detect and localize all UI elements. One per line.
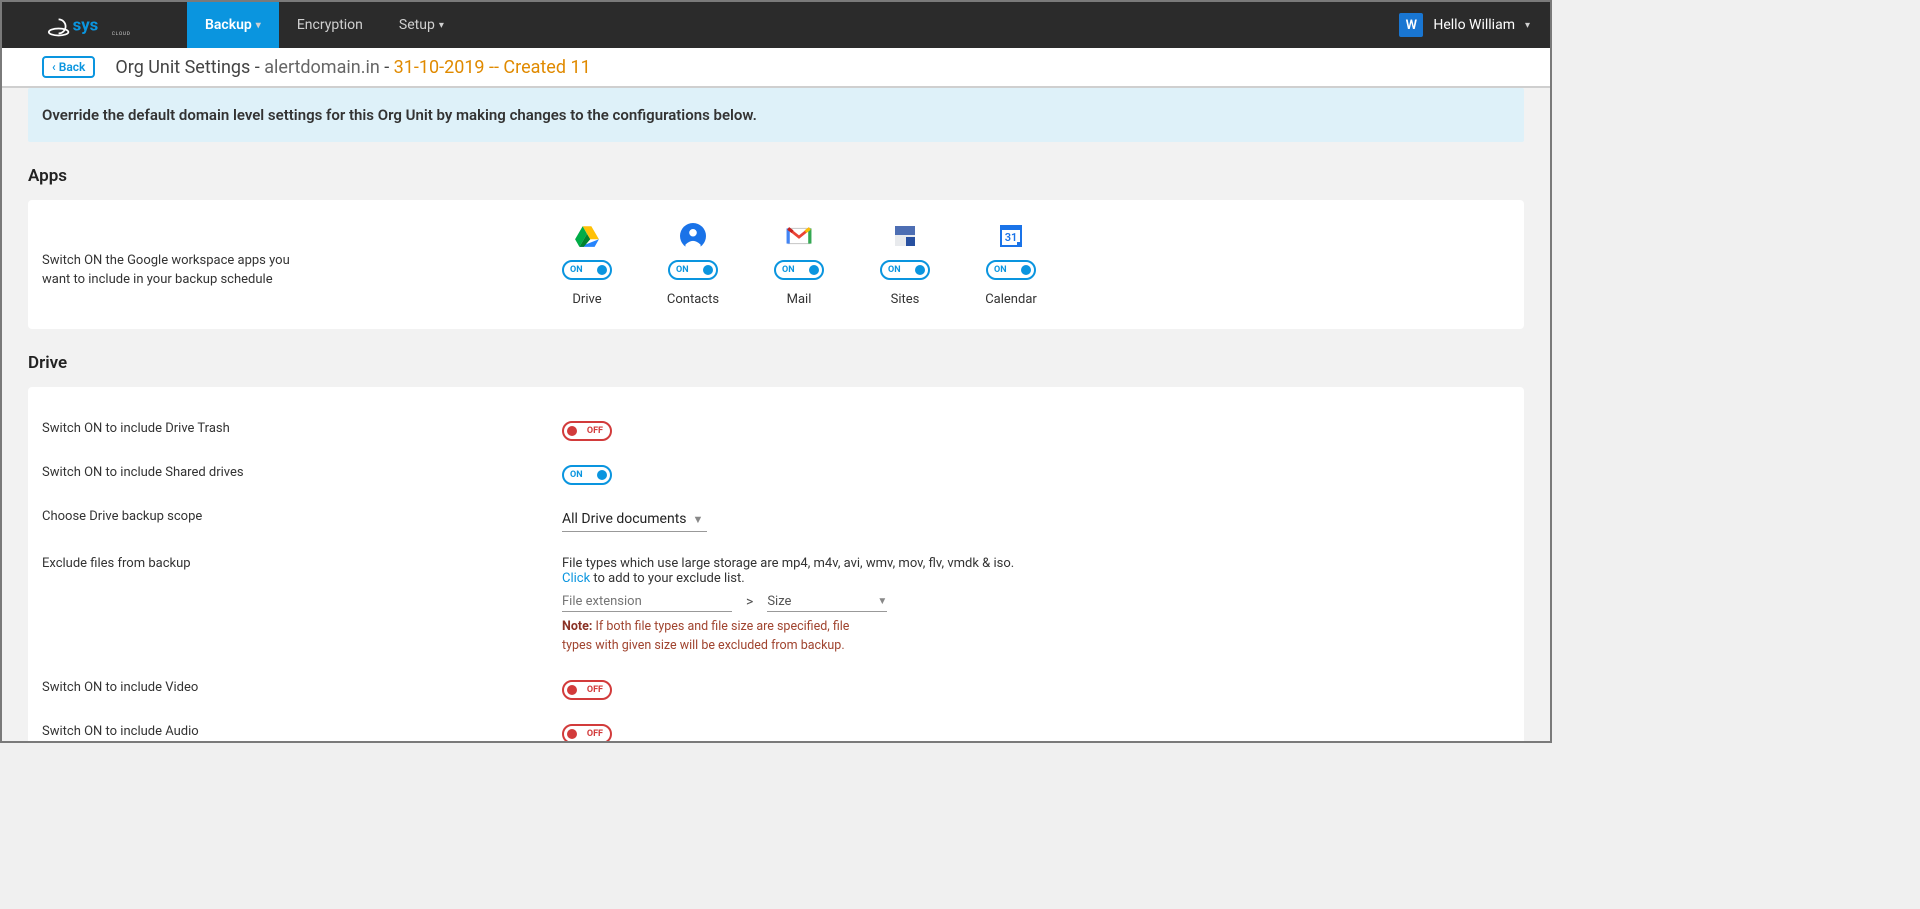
sites-icon xyxy=(891,222,919,250)
caret-down-icon: ▼ xyxy=(877,596,887,607)
toggle-label: OFF xyxy=(587,426,603,436)
top-nav: sys CLOUD Backup ▾ Encryption Setup ▾ W … xyxy=(2,2,1550,48)
setting-label: Choose Drive backup scope xyxy=(42,509,562,524)
apps-card: Switch ON the Google workspace apps you … xyxy=(28,200,1524,329)
app-label: Calendar xyxy=(985,292,1037,307)
title-domain: alertdomain.in xyxy=(264,57,380,78)
toggle-calendar[interactable]: ON xyxy=(986,260,1036,280)
note-prefix: Note: xyxy=(562,619,592,634)
section-drive-heading: Drive xyxy=(28,353,1524,373)
exclude-warning: Note: If both file types and file size a… xyxy=(562,618,882,656)
dropdown-value: All Drive documents xyxy=(562,511,687,527)
row-include-audio: Switch ON to include Audio OFF xyxy=(42,712,1510,744)
setting-label: Switch ON to include Drive Trash xyxy=(42,421,562,436)
app-mail: ON Mail xyxy=(774,222,824,307)
exclude-note: File types which use large storage are m… xyxy=(562,556,1510,571)
toggle-label: ON xyxy=(888,265,901,275)
page-body: Override the default domain level settin… xyxy=(2,88,1550,743)
row-exclude-files: Exclude files from backup File types whi… xyxy=(42,544,1510,668)
toggle-sites[interactable]: ON xyxy=(880,260,930,280)
toggle-mail[interactable]: ON xyxy=(774,260,824,280)
app-label: Contacts xyxy=(667,292,719,307)
apps-desc-line2: want to include in your backup schedule xyxy=(42,272,273,287)
row-drive-trash: Switch ON to include Drive Trash OFF xyxy=(42,409,1510,453)
toggle-label: ON xyxy=(782,265,795,275)
setting-label: Switch ON to include Video xyxy=(42,680,562,695)
setting-label: Exclude files from backup xyxy=(42,556,562,571)
dropdown-scope[interactable]: All Drive documents ▼ xyxy=(562,509,707,532)
toggle-shared-drives[interactable]: ON xyxy=(562,465,612,485)
greater-than-icon: > xyxy=(746,594,753,610)
drive-card: Switch ON to include Drive Trash OFF Swi… xyxy=(28,387,1524,743)
apps-description: Switch ON the Google workspace apps you … xyxy=(42,222,562,290)
nav-setup[interactable]: Setup ▾ xyxy=(381,2,462,48)
back-label: Back xyxy=(59,60,86,74)
app-sites: ON Sites xyxy=(880,222,930,307)
section-apps-heading: Apps xyxy=(28,166,1524,186)
toggle-label: OFF xyxy=(587,685,603,695)
setting-label: Switch ON to include Audio xyxy=(42,724,562,739)
toggle-drive[interactable]: ON xyxy=(562,260,612,280)
toggle-label: ON xyxy=(676,265,689,275)
nav-encryption[interactable]: Encryption xyxy=(279,2,381,48)
title-prefix: Org Unit Settings - xyxy=(115,57,264,78)
setting-label: Switch ON to include Shared drives xyxy=(42,465,562,480)
toggle-drive-trash[interactable]: OFF xyxy=(562,421,612,441)
nav-user[interactable]: W Hello William ▾ xyxy=(1399,13,1550,37)
logo: sys CLOUD xyxy=(2,11,187,39)
app-label: Drive xyxy=(572,292,601,307)
breadcrumb-bar: ‹ Back Org Unit Settings - alertdomain.i… xyxy=(2,48,1550,88)
nav-label: Encryption xyxy=(297,17,363,33)
exclude-click-link[interactable]: Click xyxy=(562,571,590,586)
avatar: W xyxy=(1399,13,1423,37)
mail-icon xyxy=(785,222,813,250)
row-shared-drives: Switch ON to include Shared drives ON xyxy=(42,453,1510,497)
chevron-left-icon: ‹ xyxy=(52,60,56,74)
chevron-down-icon: ▾ xyxy=(439,20,444,31)
app-label: Mail xyxy=(787,292,812,307)
app-contacts: ON Contacts xyxy=(668,222,718,307)
exclude-click-rest: to add to your exclude list. xyxy=(590,571,745,586)
note-rest: If both file types and file size are spe… xyxy=(562,619,849,653)
chevron-down-icon: ▾ xyxy=(1525,20,1530,31)
toggle-label: ON xyxy=(570,470,583,480)
row-backup-scope: Choose Drive backup scope All Drive docu… xyxy=(42,497,1510,544)
toggle-label: ON xyxy=(570,265,583,275)
row-include-video: Switch ON to include Video OFF xyxy=(42,668,1510,712)
app-viewport: sys CLOUD Backup ▾ Encryption Setup ▾ W … xyxy=(0,0,1552,743)
title-sep: - xyxy=(380,57,394,78)
chevron-down-icon: ▾ xyxy=(256,20,261,31)
size-select[interactable]: Size ▼ xyxy=(767,592,887,612)
toggle-contacts[interactable]: ON xyxy=(668,260,718,280)
apps-list: ON Drive ON Contacts xyxy=(562,222,1036,307)
toggle-label: ON xyxy=(994,265,1007,275)
contacts-icon xyxy=(679,222,707,250)
app-calendar: 31 ON Calendar xyxy=(986,222,1036,307)
calendar-icon: 31 xyxy=(997,222,1025,250)
caret-down-icon: ▼ xyxy=(693,513,704,526)
app-drive: ON Drive xyxy=(562,222,612,307)
nav-backup[interactable]: Backup ▾ xyxy=(187,2,279,48)
apps-desc-line1: Switch ON the Google workspace apps you xyxy=(42,253,290,268)
file-extension-input[interactable] xyxy=(562,592,732,612)
info-banner: Override the default domain level settin… xyxy=(28,88,1524,142)
svg-text:31: 31 xyxy=(1005,231,1018,244)
size-placeholder: Size xyxy=(767,594,791,609)
drive-icon xyxy=(573,222,601,250)
title-date: 31-10-2019 -- Created 11 xyxy=(394,57,591,78)
nav-label: Setup xyxy=(399,17,435,33)
toggle-label: OFF xyxy=(587,729,603,739)
toggle-include-video[interactable]: OFF xyxy=(562,680,612,700)
svg-text:sys: sys xyxy=(72,16,98,36)
svg-text:CLOUD: CLOUD xyxy=(111,31,130,37)
back-button[interactable]: ‹ Back xyxy=(42,56,95,78)
app-label: Sites xyxy=(891,292,920,307)
nav-label: Backup xyxy=(205,17,252,33)
user-greeting: Hello William xyxy=(1433,17,1515,33)
toggle-include-audio[interactable]: OFF xyxy=(562,724,612,744)
page-title: Org Unit Settings - alertdomain.in - 31-… xyxy=(115,57,590,78)
